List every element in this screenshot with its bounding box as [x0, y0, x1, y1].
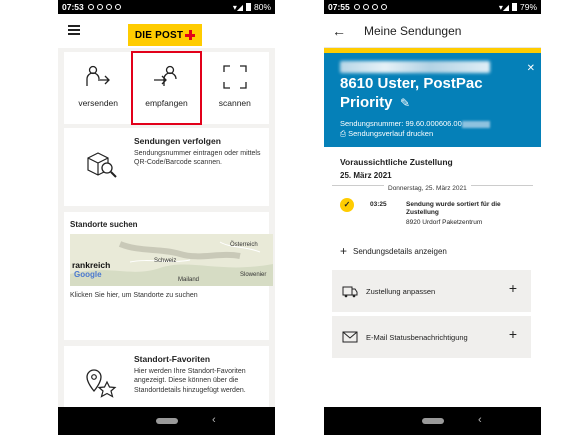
envelope-icon — [342, 331, 358, 343]
location-map[interactable]: rankreich Schweiz Österreich Mailand Slo… — [70, 234, 273, 286]
battery-level: 80% — [253, 2, 271, 12]
action-tiles: versenden empfangen scannen — [64, 51, 269, 125]
print-history-link[interactable]: ⎙ Sendungsverlauf drucken — [340, 129, 433, 139]
status-bar: 07:53 ▾◢ 80% — [58, 0, 275, 14]
google-logo: Google — [74, 270, 102, 279]
app-header: DIE POST — [58, 14, 275, 48]
tile-versenden[interactable]: versenden — [64, 52, 132, 124]
status-right: ▾◢ 80% — [233, 2, 271, 12]
status-right: ▾◢ 79% — [499, 2, 537, 12]
status-time: 07:53 — [62, 2, 84, 12]
tile-scannen[interactable]: scannen — [201, 52, 269, 124]
tile-empfangen[interactable]: empfangen — [131, 51, 202, 125]
accordion-email-notification[interactable]: E-Mail Statusbenachrichtigung + — [332, 316, 531, 358]
card-title: Standort-Favoriten — [134, 354, 211, 364]
signal-icon: ▾◢ — [232, 2, 243, 12]
card-title: Sendungen verfolgen — [134, 136, 221, 146]
phone-shipment-screen: 07:55 ▾◢ 79% ← Meine Sendungen 8610 Uste… — [324, 0, 541, 435]
event-location: 8920 Urdorf Paketzentrum — [406, 219, 483, 226]
plus-icon: + — [340, 244, 348, 258]
print-history-label: Sendungsverlauf drucken — [348, 129, 434, 138]
card-location-favorites[interactable]: Standort-Favoriten Hier werden Ihre Stan… — [64, 346, 269, 407]
battery-level: 79% — [519, 2, 537, 12]
print-icon: ⎙ — [340, 129, 346, 138]
card-find-locations[interactable]: Standorte suchen rankreich Schweiz Öster… — [64, 212, 273, 340]
show-details-label: Sendungsdetails anzeigen — [353, 246, 447, 256]
home-pill[interactable] — [422, 418, 444, 424]
delivery-label: Voraussichtliche Zustellung — [340, 157, 453, 167]
card-description: Sendungsnummer eintragen oder mittels QR… — [134, 150, 261, 167]
tile-label: empfangen — [145, 98, 188, 108]
shipment-summary: 8610 Uster, PostPac Priority ✎ ✕ Sendung… — [324, 53, 541, 147]
map-label-milan: Mailand — [178, 277, 200, 283]
event-date: Donnerstag, 25. März 2021 — [384, 185, 471, 192]
accordion-adjust-delivery[interactable]: Zustellung anpassen + — [332, 270, 531, 312]
back-chevron-icon[interactable]: ‹ — [212, 414, 216, 426]
screen-title: Meine Sendungen — [364, 23, 462, 38]
screen-header: ← Meine Sendungen — [324, 14, 541, 48]
back-chevron-icon[interactable]: ‹ — [478, 414, 482, 426]
location-star-icon — [86, 369, 117, 398]
battery-icon — [511, 3, 517, 11]
map-label-slovenia: Slowenier — [240, 272, 267, 278]
shipment-number: Sendungsnummer: 99.60.000606.00 — [340, 119, 490, 128]
battery-icon — [245, 3, 251, 11]
phone-home-screen: 07:53 ▾◢ 80% DIE POST versenden empfange… — [58, 0, 275, 435]
map-hint: Klicken Sie hier, um Standorte zu suchen — [70, 292, 198, 299]
card-track-shipments[interactable]: Sendungen verfolgen Sendungsnummer eintr… — [64, 128, 269, 206]
map-label-austria: Österreich — [230, 242, 258, 248]
system-nav-bar: ‹ — [324, 407, 541, 435]
map-label-france: rankreich — [72, 260, 111, 270]
show-details-link[interactable]: + Sendungsdetails anzeigen — [340, 244, 447, 258]
delivery-adjust-icon — [342, 286, 358, 298]
status-time: 07:55 — [328, 2, 350, 12]
signal-icon: ▾◢ — [498, 2, 509, 12]
expand-plus-icon[interactable]: + — [509, 326, 517, 342]
delivery-date: 25. März 2021 — [340, 171, 392, 180]
redacted-number — [461, 120, 490, 128]
event-text: Sendung wurde sortiert für die Zustellun… — [406, 201, 501, 217]
tile-label: versenden — [78, 98, 119, 108]
close-icon[interactable]: ✕ — [527, 63, 535, 74]
redacted-sender — [340, 61, 490, 73]
tile-label: scannen — [218, 98, 251, 108]
menu-icon[interactable] — [68, 25, 80, 35]
scan-frame-icon — [223, 65, 247, 89]
accordion-label: Zustellung anpassen — [366, 286, 436, 296]
accordion-label: E-Mail Statusbenachrichtigung — [366, 332, 468, 342]
swiss-cross-icon — [185, 30, 196, 40]
shipment-title-line1: 8610 Uster, PostPac — [340, 75, 483, 92]
home-pill[interactable] — [156, 418, 178, 424]
back-arrow-icon[interactable]: ← — [332, 23, 348, 39]
expand-plus-icon[interactable]: + — [509, 280, 517, 296]
status-icons — [87, 4, 121, 10]
status-bar: 07:55 ▾◢ 79% — [324, 0, 541, 14]
system-nav-bar: ‹ — [58, 407, 275, 435]
card-title: Standorte suchen — [70, 220, 138, 229]
edit-pencil-icon[interactable]: ✎ — [400, 96, 410, 110]
card-description: Hier werden Ihre Standort-Favoriten ange… — [134, 368, 246, 394]
package-search-icon — [87, 152, 117, 178]
map-label-switzerland: Schweiz — [154, 258, 177, 264]
receive-person-icon — [154, 65, 178, 86]
post-logo: DIE POST — [128, 24, 202, 46]
shipment-number-label: Sendungsnummer: 99.60.000606.00 — [340, 119, 462, 128]
send-person-icon — [86, 65, 111, 86]
event-time: 03:25 — [370, 201, 387, 208]
shipment-title-line2: Priority — [340, 94, 393, 111]
check-icon: ✓ — [340, 198, 354, 212]
status-icons — [353, 4, 387, 10]
logo-text: DIE POST — [134, 29, 184, 41]
